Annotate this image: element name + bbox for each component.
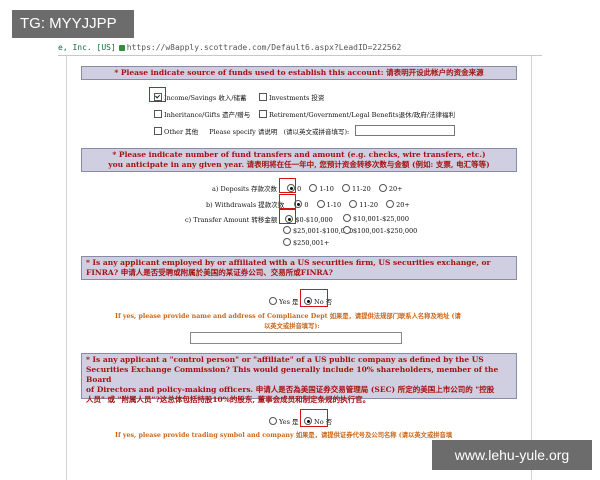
option-income-savings[interactable]: Income/Savings 收入/储蓄 <box>154 92 247 102</box>
highlight-income <box>149 87 166 102</box>
compliance-dept-input[interactable] <box>190 332 402 344</box>
amount-option-100001-250000[interactable]: $100,001-$250,000 <box>343 226 417 235</box>
option-other[interactable]: Other 其他 Please specify 请说明 (请以英文或拼音填写): <box>154 125 456 136</box>
lock-icon <box>118 45 125 51</box>
inheritance-checkbox[interactable] <box>154 110 162 118</box>
withdrawals-option-0[interactable]: 0 <box>294 200 309 209</box>
specify-label: Please specify 请说明 <box>209 128 278 136</box>
amount-option-250001-plus[interactable]: $250,001+ <box>283 238 329 247</box>
investments-checkbox[interactable] <box>259 93 267 101</box>
other-checkbox[interactable] <box>154 127 162 135</box>
url-text[interactable]: https://w8apply.scottrade.com/Default6.a… <box>127 43 402 52</box>
control-yes-option[interactable]: Yes 是 <box>269 416 298 426</box>
transfers-heading: * Please indicate number of fund transfe… <box>81 148 517 172</box>
withdrawals-option-1-10[interactable]: 1-10 <box>316 200 341 209</box>
other-specify-input[interactable] <box>355 125 456 136</box>
amount-option-10001-25000[interactable]: $10,001-$25,000 <box>343 214 409 223</box>
withdrawals-label: b) Withdrawals 提款次数 <box>206 201 285 209</box>
employed-note-line1: If yes, please provide name and address … <box>115 313 461 320</box>
highlight-control-no <box>300 409 328 427</box>
highlight-withdrawals <box>279 194 296 209</box>
employed-heading: * Is any applicant employed by or affili… <box>81 256 517 280</box>
control-person-heading: * Is any applicant a "control person" or… <box>81 353 517 404</box>
funds-heading: * Please indicate source of funds used t… <box>81 66 517 80</box>
site-watermark: www.lehu-yule.org <box>432 440 592 470</box>
retirement-checkbox[interactable] <box>259 110 267 118</box>
employed-note-line2: 以英文或拼音填写): <box>264 323 320 330</box>
deposits-label: a) Deposits 存款次数 <box>212 185 278 193</box>
highlight-employed-no <box>300 289 328 307</box>
withdrawals-option-11-20[interactable]: 11-20 <box>349 200 378 209</box>
highlight-deposits <box>279 178 296 193</box>
withdrawals-option-20plus[interactable]: 20+ <box>386 200 410 209</box>
deposits-row: a) Deposits 存款次数 0 1-10 11-20 20+ <box>212 183 403 193</box>
option-inheritance[interactable]: Inheritance/Gifts 遗产/赠与 <box>154 109 250 119</box>
address-bar[interactable]: e, Inc. [US] https://w8apply.scottrade.co… <box>58 40 542 56</box>
option-retirement[interactable]: Retirement/Government/Legal Benefits退休/政… <box>259 109 455 119</box>
site-identity: e, Inc. [US] <box>58 43 116 52</box>
application-form: * Please indicate source of funds used t… <box>66 56 532 480</box>
channel-tag: TG: MYYJJPP <box>12 10 134 38</box>
deposits-option-1-10[interactable]: 1-10 <box>309 184 334 193</box>
transfer-amount-row: c) Transfer Amount 转移金额 $0-$10,000 <box>185 214 333 224</box>
option-investments[interactable]: Investments 投资 <box>259 92 324 102</box>
specify-hint: (请以英文或拼音填写): <box>283 128 350 136</box>
deposits-option-20plus[interactable]: 20+ <box>378 184 403 193</box>
transfer-amount-label: c) Transfer Amount 转移金额 <box>185 216 278 224</box>
employed-yes-option[interactable]: Yes 是 <box>269 296 298 306</box>
withdrawals-row: b) Withdrawals 提款次数 0 1-10 11-20 20+ <box>206 199 410 209</box>
control-note: If yes, please provide trading symbol an… <box>115 432 453 439</box>
highlight-transfer-amount <box>279 209 296 224</box>
deposits-option-11-20[interactable]: 11-20 <box>342 184 371 193</box>
